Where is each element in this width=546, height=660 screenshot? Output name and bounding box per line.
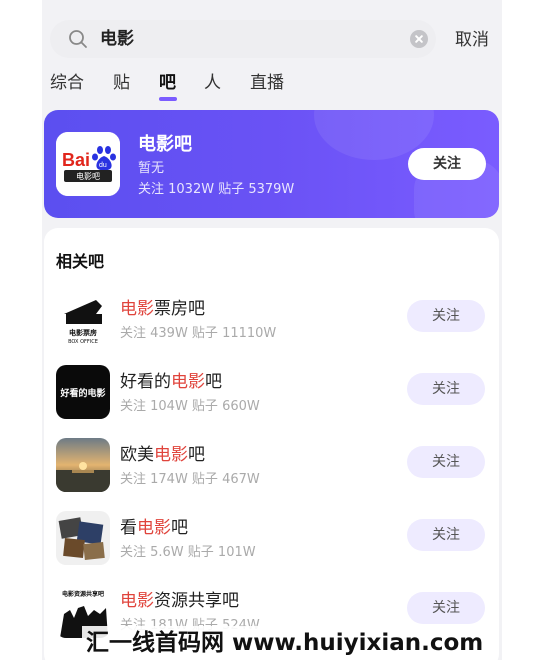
cancel-button[interactable]: 取消	[455, 22, 489, 58]
baidu-logo-icon: Bai du 电影吧	[56, 132, 120, 196]
related-title: 相关吧	[56, 252, 105, 271]
svg-text:电影票房: 电影票房	[69, 328, 97, 337]
follow-button[interactable]: 关注	[407, 300, 485, 332]
follow-button[interactable]: 关注	[407, 373, 485, 405]
tab-posts[interactable]: 贴	[113, 68, 130, 100]
bar-stats: 关注 439W 贴子 11110W	[120, 326, 277, 341]
svg-text:BOX OFFICE: BOX OFFICE	[68, 339, 98, 345]
svg-text:du: du	[99, 162, 107, 169]
search-row: 电影 取消	[42, 18, 502, 62]
feature-bar-desc: 暂无	[138, 161, 165, 176]
watermark: 汇一线首码网 www.huiyixian.com	[82, 626, 488, 660]
list-item[interactable]: 欧美电影吧 关注 174W 贴子 467W 关注	[44, 430, 499, 500]
follow-button[interactable]: 关注	[408, 148, 486, 180]
bar-avatar: 好看的电影	[56, 365, 110, 419]
tab-active-indicator	[159, 97, 177, 101]
bar-stats: 关注 174W 贴子 467W	[120, 472, 260, 487]
tab-live[interactable]: 直播	[250, 68, 284, 100]
tab-bars[interactable]: 吧	[159, 68, 176, 100]
search-icon	[69, 30, 87, 48]
bar-stats: 关注 104W 贴子 660W	[120, 399, 260, 414]
related-bars-card: 相关吧 电影票房 BOX OFFICE 电影票房吧 关注 439W 贴子 111…	[44, 228, 499, 660]
bar-name: 看电影吧	[120, 518, 188, 538]
clear-icon[interactable]	[410, 30, 428, 48]
bar-name: 电影资源共享吧	[120, 591, 239, 611]
feature-bar-card[interactable]: Bai du 电影吧 电影吧 暂无 关注 1032W 贴子 5379W 关注	[44, 110, 499, 218]
search-input[interactable]: 电影	[100, 20, 134, 58]
bar-avatar: 电影票房 BOX OFFICE	[56, 292, 110, 346]
feature-bar-name: 电影吧	[138, 134, 192, 155]
bar-avatar	[56, 511, 110, 565]
logo-caption: 电影吧	[76, 171, 100, 181]
bar-stats: 关注 5.6W 贴子 101W	[120, 545, 256, 560]
tab-all[interactable]: 综合	[50, 68, 84, 100]
bar-name: 电影票房吧	[120, 299, 205, 319]
bar-name: 好看的电影吧	[120, 372, 222, 392]
follow-button[interactable]: 关注	[407, 519, 485, 551]
search-box[interactable]: 电影	[50, 20, 436, 58]
svg-text:电影资源共享吧: 电影资源共享吧	[62, 590, 104, 598]
list-item[interactable]: 电影票房 BOX OFFICE 电影票房吧 关注 439W 贴子 11110W …	[44, 284, 499, 354]
bar-name: 欧美电影吧	[120, 445, 205, 465]
search-tabs: 综合 贴 吧 人 直播	[42, 68, 502, 104]
bar-avatar	[56, 438, 110, 492]
app-screen: 电影 取消 综合 贴 吧 人 直播 Bai du 电影吧 电影吧 暂无 关注 1…	[42, 0, 502, 660]
tab-people[interactable]: 人	[204, 68, 221, 100]
list-item[interactable]: 好看的电影 好看的电影吧 关注 104W 贴子 660W 关注	[44, 357, 499, 427]
follow-button[interactable]: 关注	[407, 446, 485, 478]
svg-text:Bai: Bai	[62, 150, 90, 170]
list-item[interactable]: 看电影吧 关注 5.6W 贴子 101W 关注	[44, 503, 499, 573]
follow-button[interactable]: 关注	[407, 592, 485, 624]
svg-text:好看的电影: 好看的电影	[59, 387, 105, 399]
feature-bar-stats: 关注 1032W 贴子 5379W	[138, 182, 295, 197]
